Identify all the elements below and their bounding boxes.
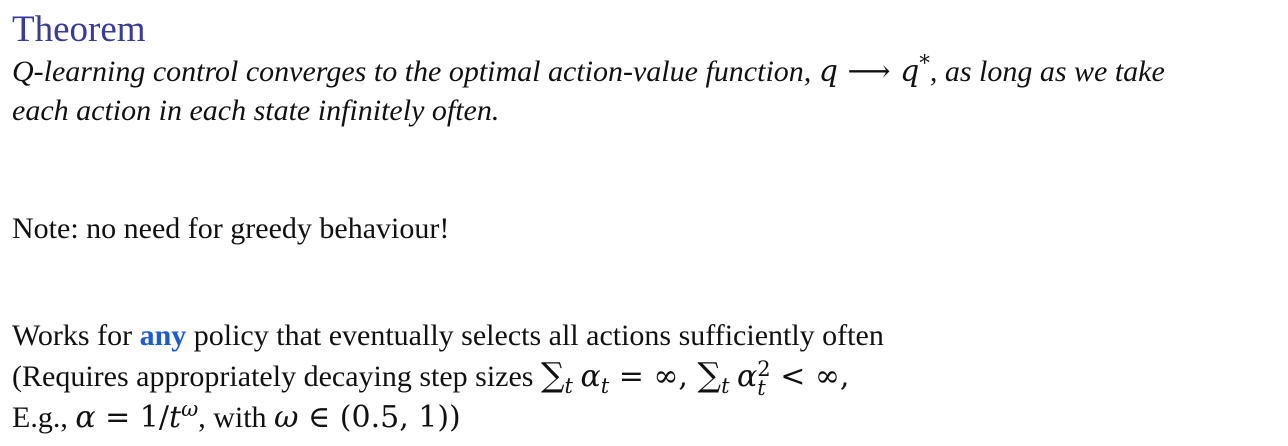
works-suffix: policy that eventually selects all actio… — [186, 319, 884, 352]
math-q: q — [818, 54, 838, 89]
alpha-1: α — [580, 359, 601, 394]
less-than-infinity: < ∞, — [770, 359, 850, 394]
equals-infinity: = ∞, — [609, 359, 698, 394]
omega-sup: ω — [181, 397, 199, 421]
alpha-2-scripts: 2t — [757, 359, 770, 401]
with-text: , with — [198, 401, 275, 434]
eg-text: E.g., — [12, 401, 76, 434]
theorem-text: Q-learning control converges to the opti… — [12, 55, 819, 88]
math-q-star: q — [900, 54, 920, 89]
equals-one-over: = 1/ — [95, 400, 169, 435]
works-line-3: E.g., α = 1/tω, with ω ∈ (0.5, 1)) — [12, 398, 884, 437]
sum-symbol-1: ∑ — [540, 355, 565, 394]
theorem-line-1: Q-learning control converges to the opti… — [12, 52, 1165, 91]
note-text: Note: no need for greedy behaviour! — [12, 212, 450, 245]
sum-sub-1: t — [564, 374, 573, 398]
theorem-title: Theorem — [12, 9, 146, 50]
theorem-line-2: each action in each state infinitely oft… — [12, 94, 500, 127]
omega-var: ω — [274, 400, 299, 435]
math-star: * — [919, 51, 930, 75]
sum-sub-2: t — [721, 374, 730, 398]
alpha-1-sub: t — [600, 374, 610, 398]
works-prefix: Works for — [12, 319, 140, 352]
theorem-statement: Q-learning control converges to the opti… — [12, 52, 1165, 130]
math-arrow: ⟶ — [838, 54, 901, 89]
theorem-text-tail: , as long as we take — [929, 55, 1165, 88]
works-line-1: Works for any policy that eventually sel… — [12, 316, 884, 355]
sum-symbol-2: ∑ — [697, 355, 722, 394]
alpha-2-sub: t — [757, 376, 766, 401]
alpha-3: α — [75, 400, 96, 435]
requires-text: (Requires appropriately decaying step si… — [12, 360, 541, 393]
any-emphasis: any — [139, 319, 187, 352]
interval-text: ∈ (0.5, 1)) — [298, 400, 461, 435]
t-var: t — [169, 400, 182, 435]
works-paragraph: Works for any policy that eventually sel… — [12, 316, 884, 437]
alpha-2: α — [737, 359, 758, 394]
works-line-2: (Requires appropriately decaying step si… — [12, 355, 884, 401]
